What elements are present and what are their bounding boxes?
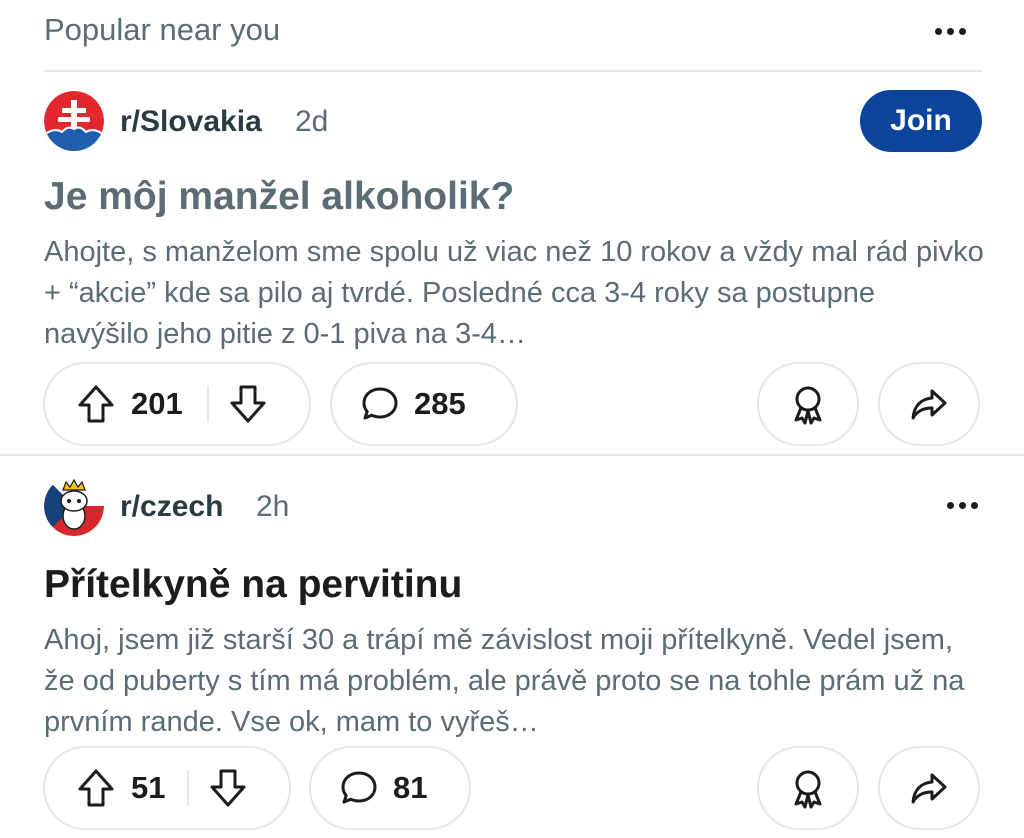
vote-count: 201 xyxy=(131,386,183,421)
vote-control: 51 xyxy=(43,746,291,830)
downvote-arrow-icon xyxy=(210,769,246,807)
subreddit-name[interactable]: r/Slovakia xyxy=(120,105,262,139)
post-age: 2d xyxy=(295,105,329,138)
comments-button[interactable]: 81 xyxy=(309,746,471,830)
share-button[interactable] xyxy=(878,362,980,446)
share-arrow-icon xyxy=(911,389,947,420)
downvote-button[interactable] xyxy=(203,758,253,818)
comment-bubble-icon xyxy=(362,387,398,420)
award-ribbon-icon xyxy=(794,770,822,809)
subreddit-name[interactable]: r/czech xyxy=(120,490,223,524)
comments-button[interactable]: 285 xyxy=(330,362,518,446)
post-age: 2h xyxy=(256,490,290,523)
comment-count: 81 xyxy=(393,770,428,805)
award-button[interactable] xyxy=(757,362,859,446)
share-arrow-icon xyxy=(911,773,947,804)
comment-count: 285 xyxy=(414,386,466,421)
section-header: Popular near you xyxy=(44,0,982,72)
share-button[interactable] xyxy=(878,746,980,830)
section-more-icon[interactable] xyxy=(935,28,966,35)
join-button[interactable]: Join xyxy=(860,90,982,152)
vote-count: 51 xyxy=(131,770,166,805)
post-body[interactable]: Ahoj, jsem již starší 30 a trápí mě závi… xyxy=(44,620,984,743)
comment-bubble-icon xyxy=(341,771,377,804)
vote-control: 201 xyxy=(43,362,311,446)
post-card[interactable]: r/czech 2h Přítelkyně na pervitinu Ahoj,… xyxy=(0,458,1024,838)
post-more-icon[interactable] xyxy=(947,502,978,509)
vote-divider xyxy=(206,386,209,422)
award-button[interactable] xyxy=(757,746,859,830)
upvote-button[interactable] xyxy=(71,758,121,818)
section-title: Popular near you xyxy=(44,12,281,47)
subreddit-avatar[interactable] xyxy=(44,91,104,151)
downvote-arrow-icon xyxy=(230,385,266,423)
upvote-arrow-icon xyxy=(78,385,114,423)
crowned-snoo-icon xyxy=(44,476,104,536)
vote-divider xyxy=(187,770,190,806)
upvote-arrow-icon xyxy=(78,769,114,807)
subreddit-avatar[interactable] xyxy=(44,476,104,536)
upvote-button[interactable] xyxy=(71,374,121,434)
post-body[interactable]: Ahojte, s manželom sme spolu už viac než… xyxy=(44,232,984,355)
downvote-button[interactable] xyxy=(223,374,273,434)
post-card[interactable]: r/Slovakia 2d Join Je môj manžel alkohol… xyxy=(0,74,1024,456)
post-title[interactable]: Přítelkyně na pervitinu xyxy=(44,563,462,607)
post-title[interactable]: Je môj manžel alkoholik? xyxy=(44,175,514,219)
award-ribbon-icon xyxy=(794,386,822,425)
slovak-cross-icon xyxy=(44,91,104,151)
